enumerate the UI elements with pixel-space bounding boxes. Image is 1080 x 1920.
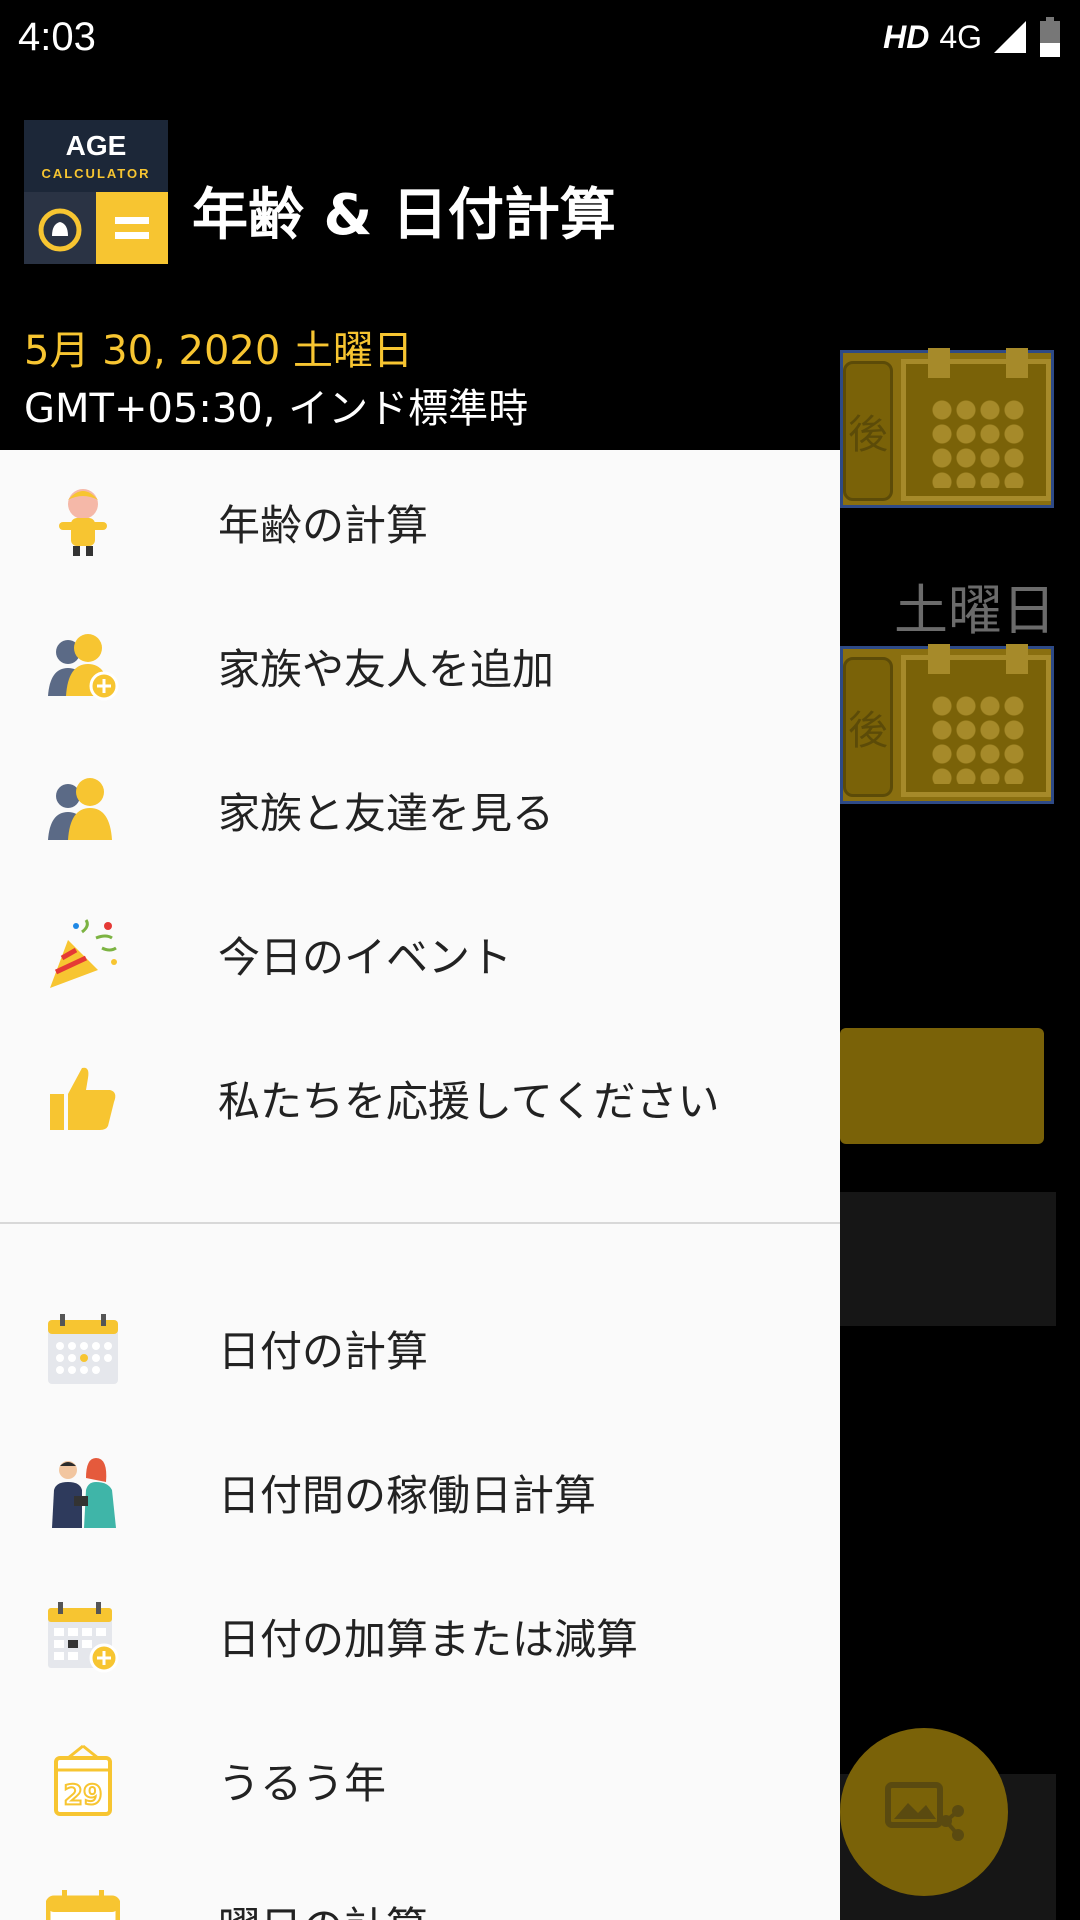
after-button-2: 後: [843, 657, 893, 797]
navigation-drawer: AGE CALCULATOR 年齢 & 日付計算 5月 30, 2020 土曜日…: [0, 0, 840, 1920]
working-people-icon: [46, 1456, 120, 1530]
menu-item-today-events[interactable]: 今日のイベント: [0, 882, 840, 1026]
menu-label: 日付の加算または減算: [218, 1614, 639, 1664]
menu-label: 曜日の計算: [218, 1852, 428, 1920]
alarm-clock-icon: [24, 192, 96, 264]
menu-label: 私たちを応援してください: [218, 1076, 720, 1126]
share-image-icon: [885, 1782, 964, 1841]
share-image-fab: [840, 1728, 1008, 1896]
logo-text-age: AGE: [65, 130, 127, 161]
menu-label: 家族や友人を追加: [218, 644, 555, 694]
date-input-row-1: 後: [840, 348, 1054, 508]
add-people-icon: [46, 630, 120, 704]
menu-item-weekday-calculation[interactable]: SUN 曜日の計算: [0, 1852, 840, 1920]
calendar-icon-bg-1: [901, 348, 1051, 501]
menu-item-date-calculation[interactable]: 日付の計算: [0, 1276, 840, 1420]
hd-indicator: HD: [883, 18, 930, 55]
current-date: 5月 30, 2020 土曜日: [24, 328, 414, 374]
menu-item-age-calculation[interactable]: 年齢の計算: [0, 450, 840, 594]
date-input-row-2: 後: [840, 644, 1054, 804]
thumbs-up-icon: [46, 1062, 120, 1136]
menu-label: 今日のイベント: [218, 932, 513, 982]
calendar-icon-bg-2: [901, 644, 1051, 797]
menu-item-add-family-friends[interactable]: 家族や友人を追加: [0, 594, 840, 738]
weekday-label: 土曜日: [894, 579, 1056, 642]
menu-label: うるう年: [218, 1758, 387, 1808]
battery-icon: [1040, 17, 1060, 57]
menu-label: 年齢の計算: [218, 500, 429, 550]
svg-text:29: 29: [64, 1778, 103, 1811]
menu-item-leap-year[interactable]: 29 うるう年: [0, 1708, 840, 1852]
timezone: GMT+05:30, インド標準時: [24, 386, 529, 432]
menu-item-add-subtract-dates[interactable]: 日付の加算または減算: [0, 1564, 840, 1708]
drawer-menu: 年齢の計算 家族や友人を追加 家族と友達を見る 今日のイベント 私たちを応援して…: [0, 450, 840, 1920]
equals-icon: [96, 192, 168, 264]
sun-calendar-icon: SUN: [46, 1888, 120, 1920]
result-panel-bg: [840, 1192, 1056, 1326]
status-bar: 4:03 HD 4G: [0, 0, 1080, 74]
menu-item-working-days[interactable]: 日付間の稼働日計算: [0, 1420, 840, 1564]
menu-label: 日付の計算: [218, 1326, 429, 1376]
menu-divider: [0, 1222, 840, 1224]
people-icon: [46, 774, 120, 848]
leap-year-icon: 29: [46, 1744, 120, 1818]
menu-item-view-family-friends[interactable]: 家族と友達を見る: [0, 738, 840, 882]
party-popper-icon: [46, 918, 120, 992]
after-button-1: 後: [843, 361, 893, 501]
menu-label: 家族と友達を見る: [218, 788, 555, 838]
logo-text-calculator: CALCULATOR: [41, 166, 151, 181]
calculate-button-bg: [840, 1028, 1044, 1144]
app-title: 年齢 & 日付計算: [192, 183, 616, 248]
menu-label: 日付間の稼働日計算: [218, 1470, 597, 1520]
signal-icon: [994, 21, 1026, 53]
calendar-icon: [46, 1312, 120, 1386]
status-icons: HD 4G: [883, 17, 1062, 57]
network-type: 4G: [939, 18, 982, 55]
child-icon: [46, 486, 120, 560]
calendar-add-icon: [46, 1600, 120, 1674]
menu-item-support-us[interactable]: 私たちを応援してください: [0, 1026, 840, 1170]
status-time: 4:03: [18, 14, 96, 59]
app-logo: AGE CALCULATOR: [24, 120, 168, 264]
